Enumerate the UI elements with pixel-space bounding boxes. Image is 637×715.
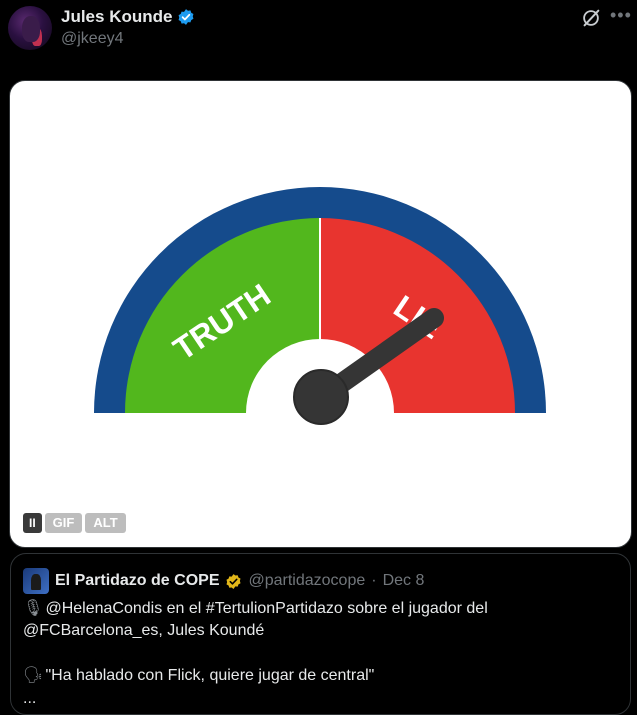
- quoted-author-handle[interactable]: @partidazocope: [248, 572, 365, 590]
- microphone-icon: 🎙: [23, 600, 44, 617]
- quoted-author-name[interactable]: El Partidazo de COPE: [55, 572, 219, 590]
- media-controls: II GIF ALT: [23, 513, 126, 533]
- pause-button[interactable]: II: [23, 513, 42, 533]
- truth-lie-gauge: TRUTH LIE: [94, 187, 546, 425]
- author-avatar[interactable]: [8, 6, 52, 50]
- author-name-row: Jules Kounde: [61, 7, 195, 27]
- gif-badge[interactable]: GIF: [44, 513, 83, 533]
- quoted-separator: ·: [371, 572, 377, 589]
- verified-badge-icon: [179, 9, 194, 25]
- author-handle[interactable]: @jkeey4: [61, 30, 124, 48]
- quoted-date[interactable]: Dec 8: [383, 572, 425, 590]
- quoted-text-1: @HelenaCondis en el #TertulionPartidazo …: [45, 600, 488, 617]
- quoted-tweet[interactable]: El Partidazo de COPE @partidazocope · De…: [10, 553, 631, 715]
- quoted-text-line-3: 🗣 "Ha hablado con Flick, quiere jugar de…: [23, 665, 374, 685]
- quoted-text-3: "Ha hablado con Flick, quiere jugar de c…: [45, 667, 375, 684]
- grok-icon[interactable]: [580, 7, 602, 29]
- quoted-text-line-1: 🎙 @HelenaCondis en el #TertulionPartidaz…: [23, 598, 488, 618]
- speaking-head-icon: 🗣: [23, 667, 44, 684]
- gif-media[interactable]: TRUTH LIE II GIF ALT: [9, 80, 632, 548]
- quoted-tweet-header: El Partidazo de COPE @partidazocope · De…: [23, 568, 424, 594]
- quoted-author-avatar[interactable]: [23, 568, 49, 594]
- quoted-text-line-2: @FCBarcelona_es, Jules Koundé: [23, 622, 265, 639]
- quoted-text-ellipsis: ...: [23, 690, 37, 707]
- gold-verified-badge-icon: [226, 573, 241, 589]
- author-name[interactable]: Jules Kounde: [61, 7, 172, 27]
- alt-text-button[interactable]: ALT: [85, 513, 126, 533]
- more-options-icon[interactable]: •••: [610, 5, 632, 26]
